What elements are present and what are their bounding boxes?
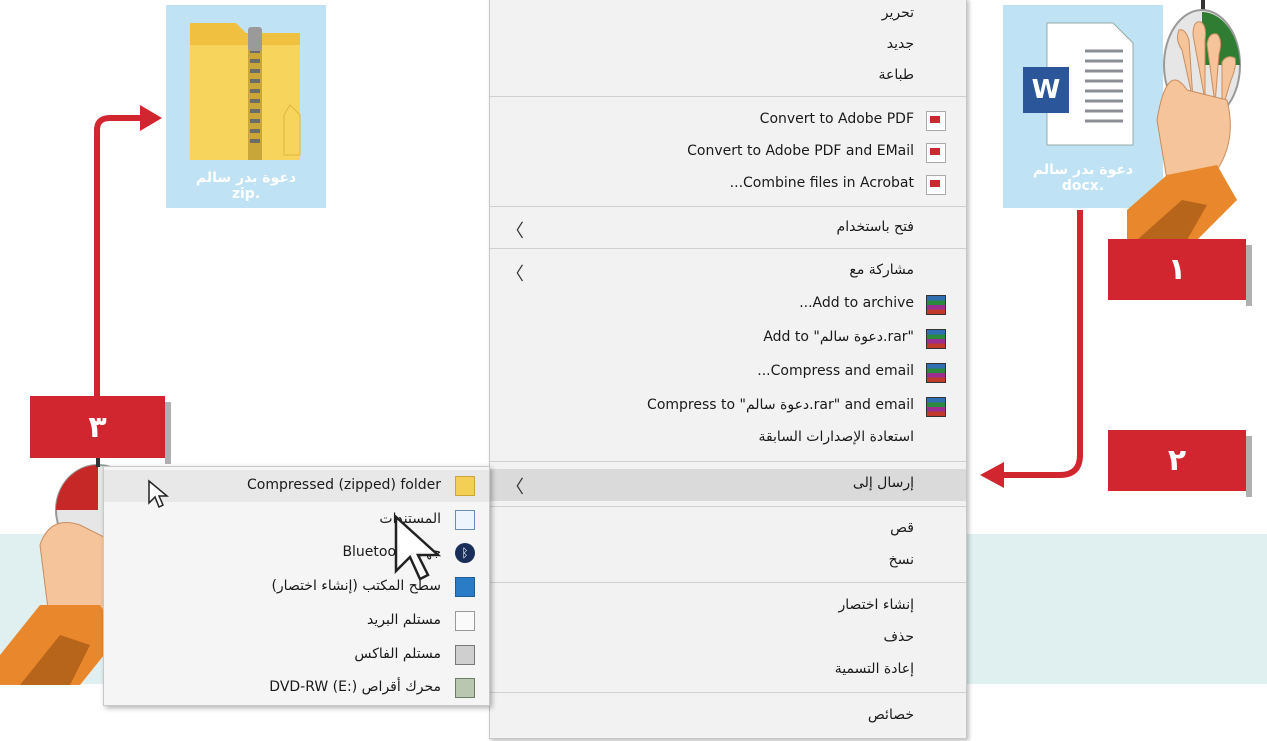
file-context-menu: تحرير جديد طباعة Convert to Adobe PDF Co… — [489, 0, 967, 739]
winrar-icon — [926, 363, 946, 383]
menu-item-open-with[interactable]: 〈 فتح باستخدام — [490, 213, 966, 245]
chevron-left-icon: 〈 — [506, 264, 524, 285]
chevron-left-icon: 〈 — [506, 477, 524, 498]
menu-item-restore-previous[interactable]: استعادة الإصدارات السابقة — [490, 423, 966, 455]
menu-item-convert-pdf-email[interactable]: Convert to Adobe PDF and EMail — [490, 137, 966, 169]
menu-separator — [490, 461, 966, 462]
adobe-pdf-icon — [926, 111, 946, 131]
step-1-label: ١ — [1108, 239, 1252, 306]
zip-file-tile[interactable]: دعوة بدر سالم zip. — [166, 5, 326, 208]
fax-icon — [455, 645, 475, 665]
submenu-item-mail[interactable]: مستلم البريد — [104, 605, 489, 637]
menu-item-cut[interactable]: قص — [490, 514, 966, 546]
menu-item-convert-pdf[interactable]: Convert to Adobe PDF — [490, 105, 966, 137]
menu-item-share-with[interactable]: 〈 مشاركة مع — [490, 256, 966, 288]
large-cursor-icon — [394, 515, 442, 581]
arrow-to-zip — [94, 115, 150, 420]
menu-item-delete[interactable]: حذف — [490, 623, 966, 655]
menu-item-compress-to-rar-email[interactable]: Compress to "دعوة سالم.rar" and email — [490, 391, 966, 423]
menu-item-combine-acrobat[interactable]: ...Combine files in Acrobat — [490, 169, 966, 201]
desktop-icon — [455, 577, 475, 597]
zip-file-ext: zip. — [231, 186, 261, 202]
menu-item-copy[interactable]: نسخ — [490, 546, 966, 578]
menu-item-compress-email[interactable]: ...Compress and email — [490, 357, 966, 389]
step-3-label: ٣ — [30, 396, 171, 464]
mail-icon — [455, 611, 475, 631]
menu-item-send-to[interactable]: 〈 إرسال إلى — [490, 469, 966, 501]
menu-separator — [490, 206, 966, 207]
menu-separator — [490, 582, 966, 583]
acrobat-combine-icon — [926, 175, 946, 195]
menu-item-new[interactable]: جديد — [490, 30, 966, 62]
menu-item-properties[interactable]: خصائص — [490, 701, 966, 733]
submenu-item-dvd-drive[interactable]: محرك أقراص DVD-RW (E:) — [104, 672, 489, 704]
adobe-pdf-email-icon — [926, 143, 946, 163]
winrar-icon — [926, 329, 946, 349]
arrow-to-send-to — [1000, 210, 1083, 478]
submenu-item-fax[interactable]: مستلم الفاكس — [104, 639, 489, 671]
menu-separator — [490, 692, 966, 693]
zip-file-name: دعوة بدر سالم — [195, 170, 297, 186]
arrow-head-zip — [140, 105, 162, 131]
hand-mouse-right-illustration — [1127, 9, 1241, 240]
word-app-letter: W — [1031, 75, 1061, 105]
menu-item-add-to-archive[interactable]: ...Add to archive — [490, 289, 966, 321]
zip-folder-icon — [455, 476, 475, 496]
menu-item-create-shortcut[interactable]: إنشاء اختصار — [490, 591, 966, 623]
step-2-label: ٢ — [1108, 430, 1252, 497]
bluetooth-icon: ᛒ — [455, 543, 475, 563]
menu-item-add-to-rar[interactable]: Add to "دعوة سالم.rar" — [490, 323, 966, 355]
menu-item-edit[interactable]: تحرير — [490, 0, 966, 31]
chevron-left-icon: 〈 — [506, 221, 524, 242]
winrar-icon — [926, 295, 946, 315]
cursor-arrow-icon — [148, 479, 170, 509]
menu-item-rename[interactable]: إعادة التسمية — [490, 655, 966, 687]
arrow-head-send-to — [980, 462, 1004, 488]
dvd-drive-icon — [455, 678, 475, 698]
menu-separator — [490, 248, 966, 249]
menu-separator — [490, 506, 966, 507]
menu-item-print[interactable]: طباعة — [490, 61, 966, 93]
winrar-icon — [926, 397, 946, 417]
documents-icon — [455, 510, 475, 530]
menu-separator — [490, 96, 966, 97]
